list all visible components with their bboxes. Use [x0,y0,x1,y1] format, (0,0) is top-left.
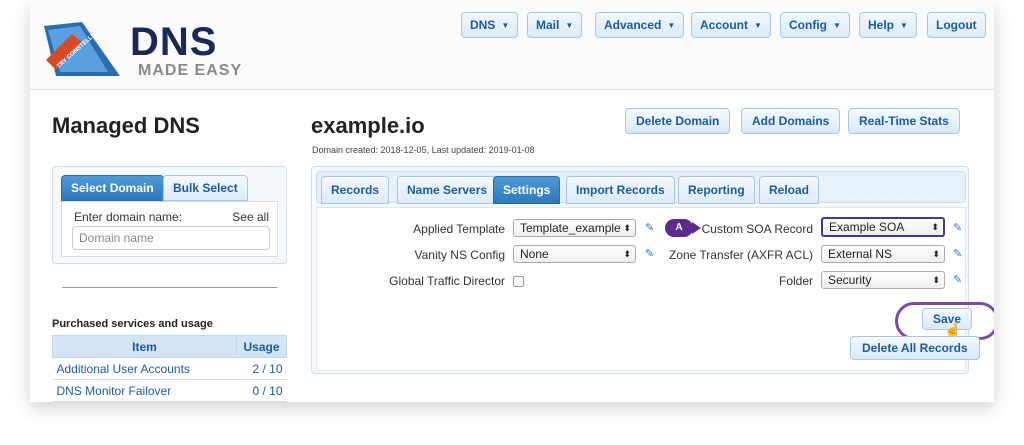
nav-advanced[interactable]: Advanced ▼ [595,12,685,38]
tab-settings[interactable]: Settings [493,176,561,204]
logo-text: DNS [130,20,218,64]
applied-template-label: Applied Template [413,222,505,236]
custom-soa-label: Custom SOA Record [701,222,813,236]
logo-mark-icon: TRY CONSTELLIX [44,22,120,76]
applied-template-value: Template_example [520,221,621,235]
tab-records[interactable]: Records [321,176,390,204]
select-arrows-icon: ⬍ [932,275,940,285]
column-header-item: Item [52,335,237,358]
top-bar: TRY CONSTELLIX DNS MADE EASY DNS ▼ Mail ▼ … [30,0,994,90]
select-arrows-icon: ⬍ [623,249,631,259]
tab-select-domain[interactable]: Select Domain [61,175,164,201]
delete-domain-button[interactable]: Delete Domain [625,108,731,134]
chevron-down-icon: ▼ [754,21,762,30]
usage-value-cell: 0 / 10 [236,379,287,402]
chevron-down-icon: ▼ [900,21,908,30]
tab-reporting[interactable]: Reporting [678,176,755,204]
applied-template-select[interactable]: Template_example ⬍ [513,219,636,237]
table-row: DNS Monitor Failover 0 / 10 [52,379,287,402]
tab-reload[interactable]: Reload [759,176,820,204]
edit-pencil-icon[interactable]: ✎ [645,247,654,260]
nav-account-label: Account [700,18,748,32]
domain-title: example.io [311,113,425,138]
usage-item-cell[interactable]: Additional User Accounts [52,357,237,380]
nav-help-label: Help [868,18,895,32]
logout-button[interactable]: Logout [927,12,986,38]
nav-help[interactable]: Help ▼ [859,12,917,38]
vanity-ns-value: None [520,247,549,261]
add-domains-button[interactable]: Add Domains [741,108,841,134]
custom-soa-select[interactable]: Example SOA ⬍ [821,217,945,237]
table-header-row: Item Usage [52,335,287,358]
chevron-down-icon: ▼ [501,21,510,30]
folder-value: Security [828,273,872,287]
folder-label: Folder [778,274,813,288]
tab-name-servers[interactable]: Name Servers [397,176,498,204]
page-title: Managed DNS [52,113,200,138]
select-arrows-icon: ⬍ [623,223,631,233]
chevron-down-icon: ▼ [833,21,841,30]
nav-dns[interactable]: DNS ▼ [461,12,519,38]
nav-config-label: Config [789,18,827,32]
nav-dns-label: DNS [470,18,496,32]
enter-domain-label: Enter domain name: [74,210,183,224]
settings-content: Applied Template Template_example ⬍ ✎ Va… [316,207,994,371]
zone-transfer-label: Zone Transfer (AXFR ACL) [668,248,813,262]
folder-select[interactable]: Security ⬍ [821,271,945,289]
usage-item-cell[interactable]: DNS Monitor Failover [52,379,237,402]
dns-made-easy-logo[interactable]: TRY CONSTELLIX DNS MADE EASY [42,20,272,80]
divider [62,287,277,288]
usage-table: Item Usage Additional User Accounts 2 / … [52,335,287,402]
edit-pencil-icon[interactable]: ✎ [953,247,962,260]
domain-selector-panel: Select Domain Bulk Select Enter domain n… [52,166,287,264]
nav-mail-label: Mail [536,18,560,32]
column-header-usage: Usage [236,335,287,358]
tab-bar: Records Name Servers Settings Import Rec… [316,171,966,204]
custom-soa-value: Example SOA [829,220,905,234]
app-window: TRY CONSTELLIX DNS MADE EASY DNS ▼ Mail ▼ … [30,0,994,402]
nav-mail[interactable]: Mail ▼ [527,12,583,38]
annotation-badge: A [665,219,701,237]
global-traffic-director-checkbox[interactable] [513,276,524,287]
domain-settings-panel: Records Name Servers Settings Import Rec… [311,166,994,374]
nav-account[interactable]: Account ▼ [691,12,771,38]
vanity-ns-select[interactable]: None ⬍ [513,245,636,263]
zone-transfer-value: External NS [828,247,893,261]
usage-heading: Purchased services and usage [52,318,213,330]
nav-config[interactable]: Config ▼ [780,12,850,38]
delete-all-records-button[interactable]: Delete All Records [850,336,980,360]
domain-search-body: Enter domain name: See all [61,201,278,257]
tab-bulk-select[interactable]: Bulk Select [163,175,248,201]
domain-meta: Domain created: 2018-12-05, Last updated… [312,145,535,155]
select-arrows-icon: ⬍ [931,222,939,232]
nav-advanced-label: Advanced [604,18,662,32]
domain-name-input[interactable] [72,226,270,250]
edit-pencil-icon[interactable]: ✎ [953,273,962,286]
zone-transfer-select[interactable]: External NS ⬍ [821,245,945,263]
global-traffic-director-label: Global Traffic Director [389,274,505,288]
tab-import-records[interactable]: Import Records [566,176,675,204]
table-row: Additional User Accounts 2 / 10 [52,357,287,380]
chevron-down-icon: ▼ [667,21,676,30]
select-arrows-icon: ⬍ [932,249,940,259]
chevron-down-icon: ▼ [565,21,574,30]
usage-value-cell: 2 / 10 [236,357,287,380]
logout-label: Logout [936,18,977,32]
realtime-stats-button[interactable]: Real-Time Stats [848,108,960,134]
logo-subtext: MADE EASY [138,62,243,79]
edit-pencil-icon[interactable]: ✎ [953,221,962,234]
edit-pencil-icon[interactable]: ✎ [645,221,654,234]
see-all-link[interactable]: See all [232,210,269,224]
vanity-ns-label: Vanity NS Config [414,248,506,262]
